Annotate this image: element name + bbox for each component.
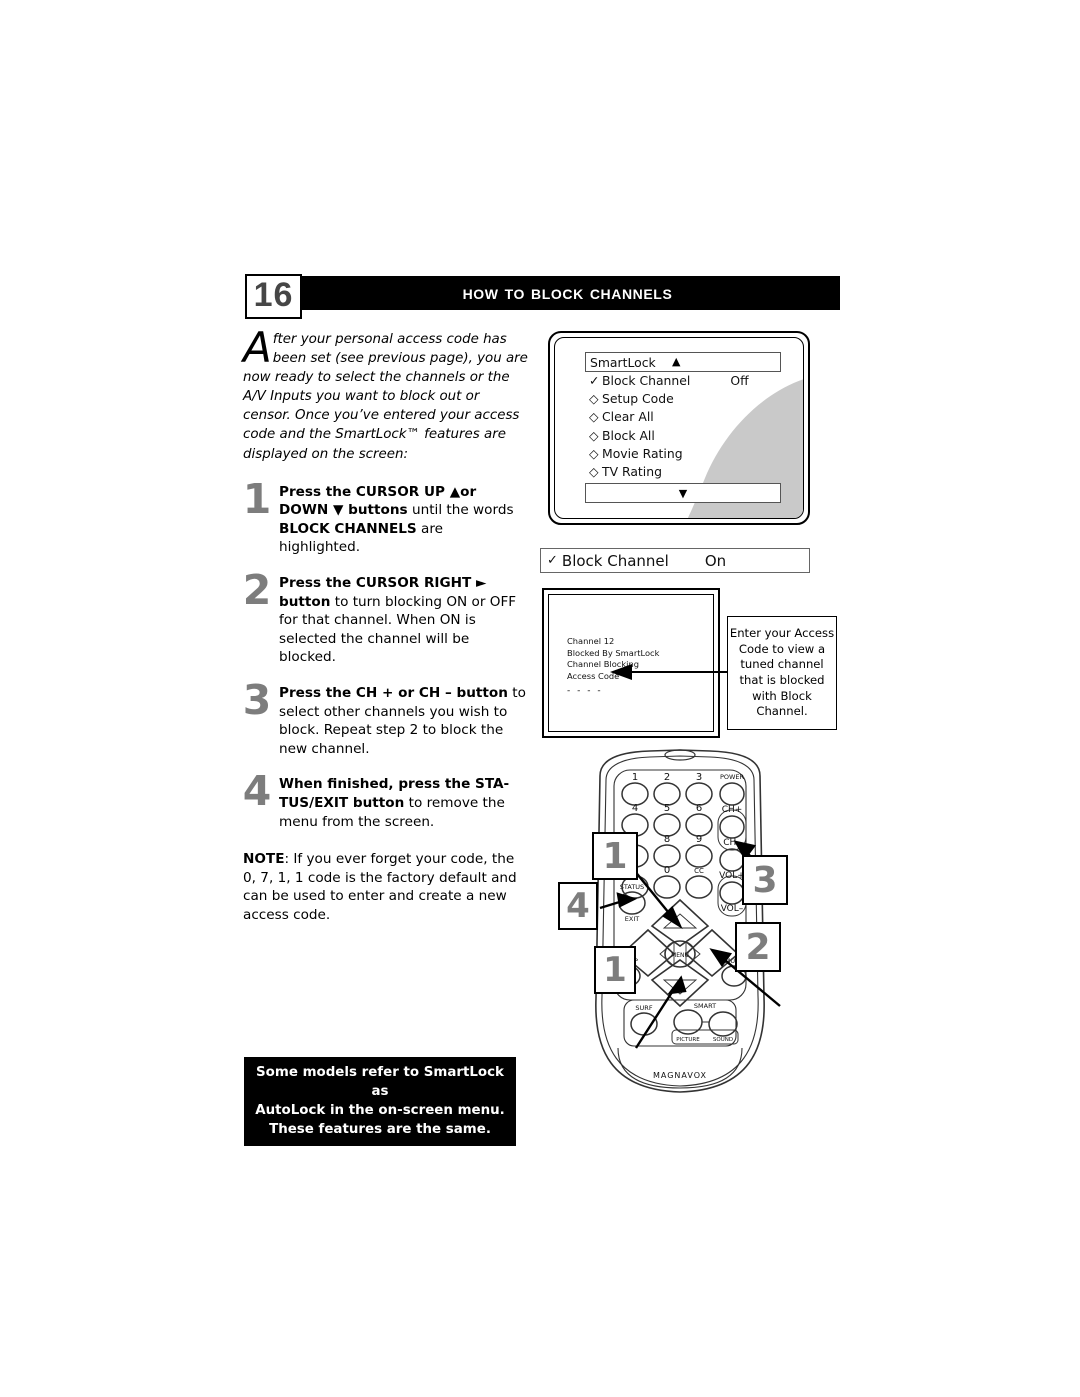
remote-callout-number-4: 4 [558, 882, 598, 930]
step-bold-1: Press the CH + or CH – button [279, 685, 508, 701]
tv-screen-inner: SmartLock ▲ ✓ Block Channel Off ◇ Setup Cod… [554, 337, 804, 519]
osd-item-label: Setup Code [602, 391, 674, 407]
intro-dropcap: A [243, 323, 272, 372]
svg-text:2: 2 [664, 772, 670, 783]
svg-text:0: 0 [664, 865, 670, 876]
remote-control-diagram: 1 2 3 4 5 6 7 8 9 M 0 CC [540, 748, 840, 1118]
svg-text:POWER: POWER [720, 773, 745, 781]
svg-text:PICTURE: PICTURE [676, 1037, 700, 1043]
osd-item-label: Block All [602, 427, 655, 443]
callout-pointer-arrow-icon [610, 664, 728, 680]
check-icon: ✓ [547, 553, 558, 568]
note-label: NOTE [243, 851, 285, 868]
remote-callout-number-3: 3 [742, 855, 788, 905]
svg-text:SURF: SURF [635, 1004, 652, 1012]
osd-item-movie-rating[interactable]: ◇ Movie Rating [585, 445, 781, 463]
blocked-line-1: Channel 12 [567, 636, 615, 646]
svg-text:VOL+: VOL+ [719, 871, 745, 881]
blackbox-line-1: Some models refer to SmartLock as [256, 1065, 504, 1099]
osd-item-label: Movie Rating [602, 445, 683, 461]
svg-text:EXIT: EXIT [625, 915, 639, 923]
access-code-dashes: - - - - [567, 686, 603, 697]
osd-title: SmartLock [590, 354, 656, 370]
step-body: Press the CURSOR UP ▲or DOWN ▼ buttons u… [279, 483, 528, 557]
osd-item-clear-all[interactable]: ◇ Clear All [585, 408, 781, 426]
tv-screen-smartlock-menu: SmartLock ▲ ✓ Block Channel Off ◇ Setup Cod… [548, 331, 810, 525]
svg-text:VOL–: VOL– [721, 904, 744, 914]
step-2: 2 Press the CURSOR RIGHT ► button to tur… [243, 570, 528, 667]
svg-text:5: 5 [664, 803, 670, 814]
remote-callout-number-1-bottom: 1 [594, 946, 636, 994]
svg-text:8: 8 [664, 834, 670, 845]
osd-title-bar: SmartLock ▲ [585, 352, 781, 372]
svg-text:MENU: MENU [671, 952, 689, 959]
osd-item-block-all[interactable]: ◇ Block All [585, 427, 781, 445]
step-bold-2: BLOCK CHANNELS [279, 520, 417, 537]
step-rest-1: until the words [407, 502, 514, 519]
note-text: : If you ever forget your code, the 0, 7… [243, 851, 517, 923]
svg-text:4: 4 [632, 803, 638, 814]
scroll-down-arrow-icon[interactable]: ▼ [679, 487, 687, 500]
scroll-up-arrow-icon[interactable]: ▲ [672, 355, 680, 368]
blackbox-line-3: These features are the same. [269, 1122, 491, 1137]
blocked-line-2: Blocked By SmartLock [567, 647, 660, 658]
step-number: 4 [242, 767, 272, 816]
check-icon: ✓ [589, 373, 600, 388]
svg-text:9: 9 [696, 834, 702, 845]
diamond-icon: ◇ [589, 409, 599, 425]
steps-list: 1 Press the CURSOR UP ▲or DOWN ▼ buttons… [243, 478, 528, 832]
page-number-badge: 16 [245, 274, 302, 319]
osd-menu: SmartLock ▲ ✓ Block Channel Off ◇ Setup Cod… [585, 352, 781, 504]
block-channel-value: On [704, 551, 727, 570]
intro-paragraph: After your personal access code has been… [243, 323, 528, 464]
access-code-callout: Enter your Access Code to view a tuned c… [727, 616, 837, 730]
intro-text: fter your personal access code has been … [243, 332, 528, 462]
remote-callout-number-2: 2 [735, 922, 781, 972]
osd-item-label: Block Channel [602, 373, 691, 388]
block-channel-label: Block Channel [561, 551, 669, 570]
step-number: 3 [242, 676, 272, 724]
step-3: 3 Press the CH + or CH – button to selec… [243, 680, 528, 758]
svg-text:1: 1 [632, 772, 638, 783]
diamond-icon: ◇ [589, 427, 599, 443]
diamond-icon: ◇ [589, 445, 599, 461]
svg-text:CH+: CH+ [722, 805, 743, 815]
step-number: 2 [242, 566, 272, 615]
step-number: 1 [242, 474, 272, 523]
step-body: When finished, press the STA-TUS/EXIT bu… [279, 775, 528, 831]
blackbox-line-2: AutoLock in the on-screen menu. [255, 1103, 505, 1118]
diamond-icon: ◇ [589, 391, 599, 407]
note-paragraph: NOTE: If you ever forget your code, the … [243, 850, 528, 924]
step-4: 4 When finished, press the STA-TUS/EXIT … [243, 771, 528, 831]
svg-text:MAGNAVOX: MAGNAVOX [653, 1071, 707, 1080]
svg-text:3: 3 [696, 772, 702, 783]
page-header: How to Block Channels 16 [245, 274, 840, 319]
osd-item-setup-code[interactable]: ◇ Setup Code [585, 390, 781, 408]
step-1: 1 Press the CURSOR UP ▲or DOWN ▼ buttons… [243, 478, 528, 557]
page-title: How to Block Channels [462, 281, 673, 304]
access-callout-text: Enter your Access Code to view a tuned c… [729, 626, 835, 719]
diamond-icon: ◇ [589, 464, 599, 480]
step-body: Press the CH + or CH – button to select … [279, 684, 528, 758]
svg-text:SMART: SMART [694, 1002, 716, 1010]
remote-callout-number-1-top: 1 [592, 832, 638, 880]
osd-item-block-channel[interactable]: ✓ Block Channel Off [585, 372, 781, 390]
svg-text:6: 6 [696, 803, 702, 814]
osd-item-tv-rating[interactable]: ◇ TV Rating [585, 463, 781, 481]
svg-text:CC: CC [694, 867, 704, 875]
osd-item-value: Off [730, 373, 749, 388]
block-channel-on-bar: ✓ Block Channel On [540, 548, 810, 573]
remote-control-svg: 1 2 3 4 5 6 7 8 9 M 0 CC [595, 749, 781, 1093]
manual-page: How to Block Channels 16 After your pers… [0, 0, 1080, 1397]
osd-item-label: Clear All [602, 409, 654, 425]
left-text-column: After your personal access code has been… [243, 323, 528, 925]
osd-item-label: TV Rating [602, 464, 662, 480]
smartlock-autolock-note: Some models refer to SmartLock as AutoLo… [244, 1057, 516, 1146]
svg-text:SOUND: SOUND [713, 1037, 733, 1043]
step-body: Press the CURSOR RIGHT ► button to turn … [279, 574, 528, 667]
svg-text:STATUS: STATUS [620, 883, 644, 891]
osd-bottom-bar: ▼ [585, 483, 781, 504]
